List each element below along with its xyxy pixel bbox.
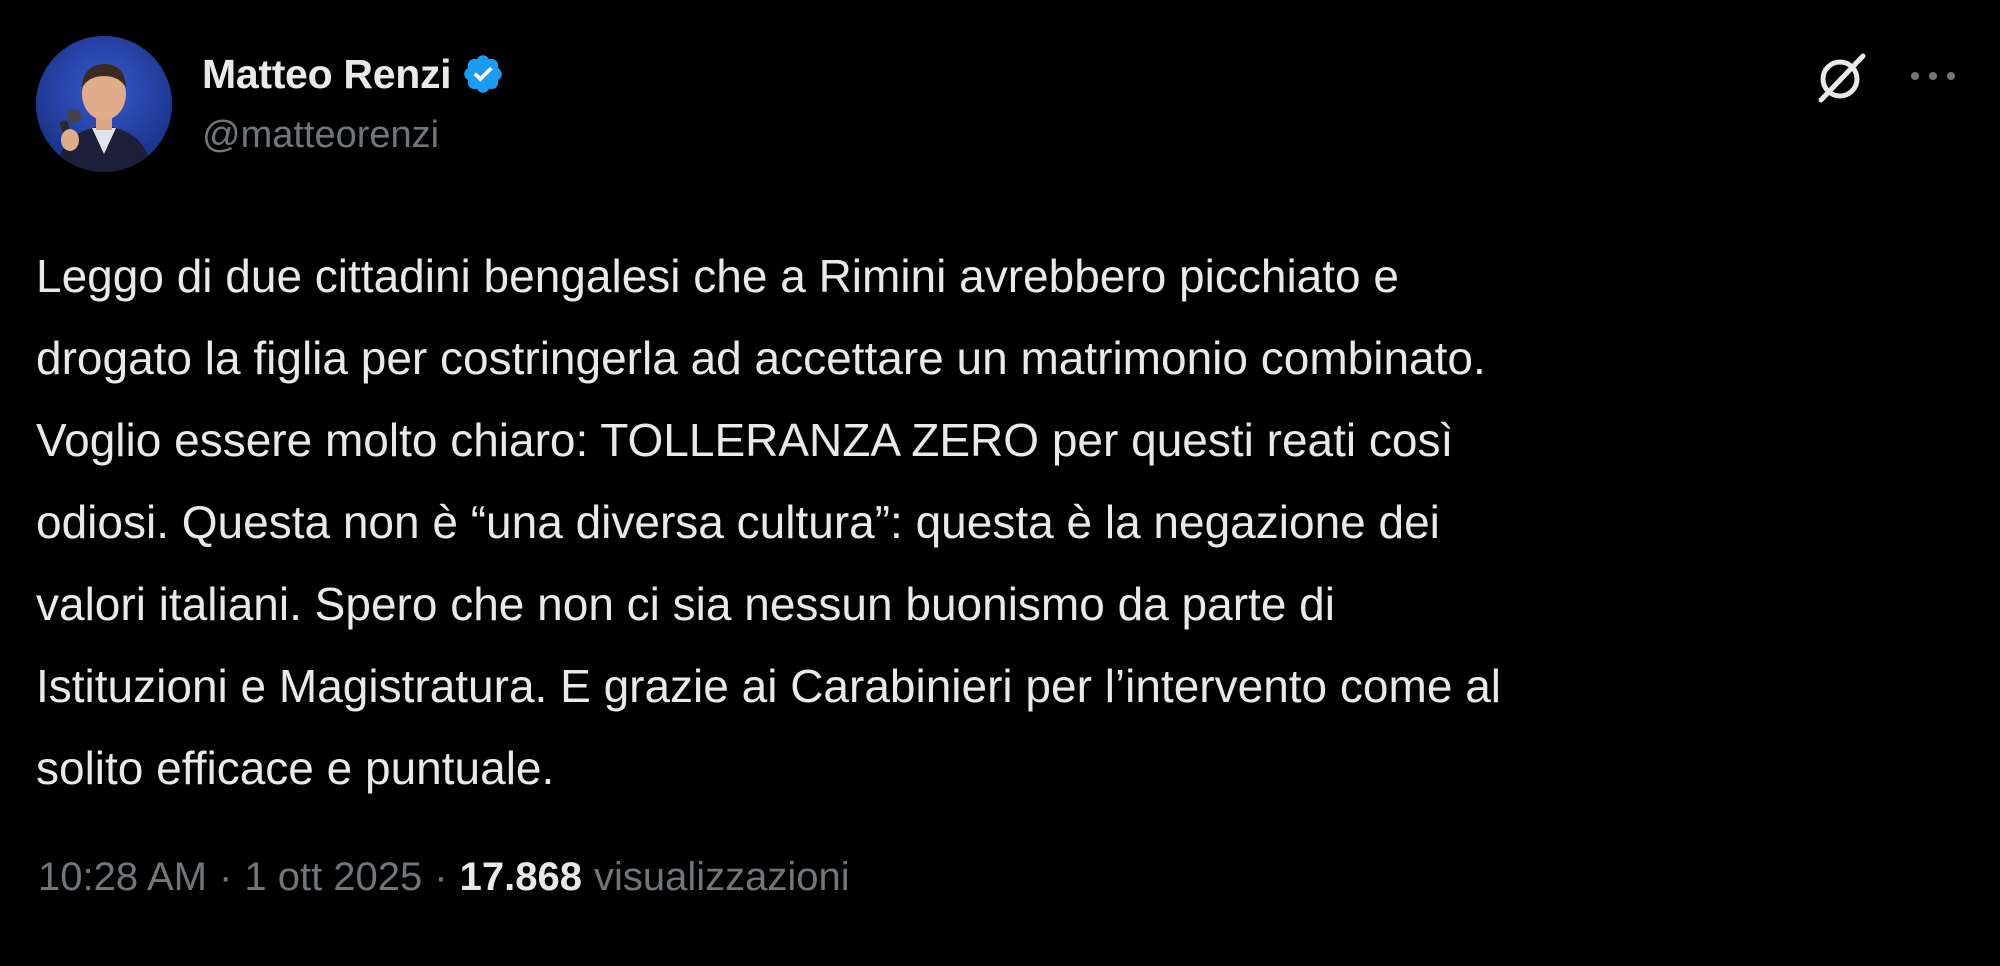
name-row: Matteo Renzi — [202, 48, 505, 100]
tweet-card: Matteo Renzi @matteorenzi Leggo di due c… — [0, 0, 2000, 966]
tweet-text-line: odiosi. Questa non è “una diversa cultur… — [36, 496, 1440, 548]
tweet-text-line: Istituzioni e Magistratura. E grazie ai … — [36, 660, 1501, 712]
tweet-text-line: Voglio essere molto chiaro: TOLLERANZA Z… — [36, 414, 1454, 466]
display-name[interactable]: Matteo Renzi — [202, 51, 452, 98]
avatar-photo — [36, 36, 172, 172]
tweet-text-line: valori italiani. Spero che non ci sia ne… — [36, 578, 1335, 630]
grok-icon[interactable] — [1813, 48, 1871, 106]
views-count: 17.868 — [459, 855, 582, 899]
user-handle[interactable]: @matteorenzi — [202, 114, 505, 157]
tweet-meta: 10:28 AM · 1 ott 2025 · 17.868 visualizz… — [38, 855, 850, 900]
verified-badge-icon — [461, 52, 505, 96]
tweet-date[interactable]: 1 ott 2025 — [244, 855, 422, 900]
tweet-text: Leggo di due cittadini bengalesi che a R… — [36, 235, 1956, 809]
avatar[interactable] — [36, 36, 172, 172]
more-options-icon[interactable] — [1906, 54, 1960, 98]
tweet-text-line: solito efficace e puntuale. — [36, 742, 555, 794]
tweet-text-line: drogato la figlia per costringerla ad ac… — [36, 332, 1486, 384]
tweet-time[interactable]: 10:28 AM — [38, 855, 207, 900]
meta-separator: · — [434, 855, 448, 899]
views-label: visualizzazioni — [593, 855, 850, 899]
meta-separator: · — [219, 855, 233, 899]
author-block: Matteo Renzi @matteorenzi — [202, 48, 505, 157]
tweet-text-line: Leggo di due cittadini bengalesi che a R… — [36, 250, 1399, 302]
